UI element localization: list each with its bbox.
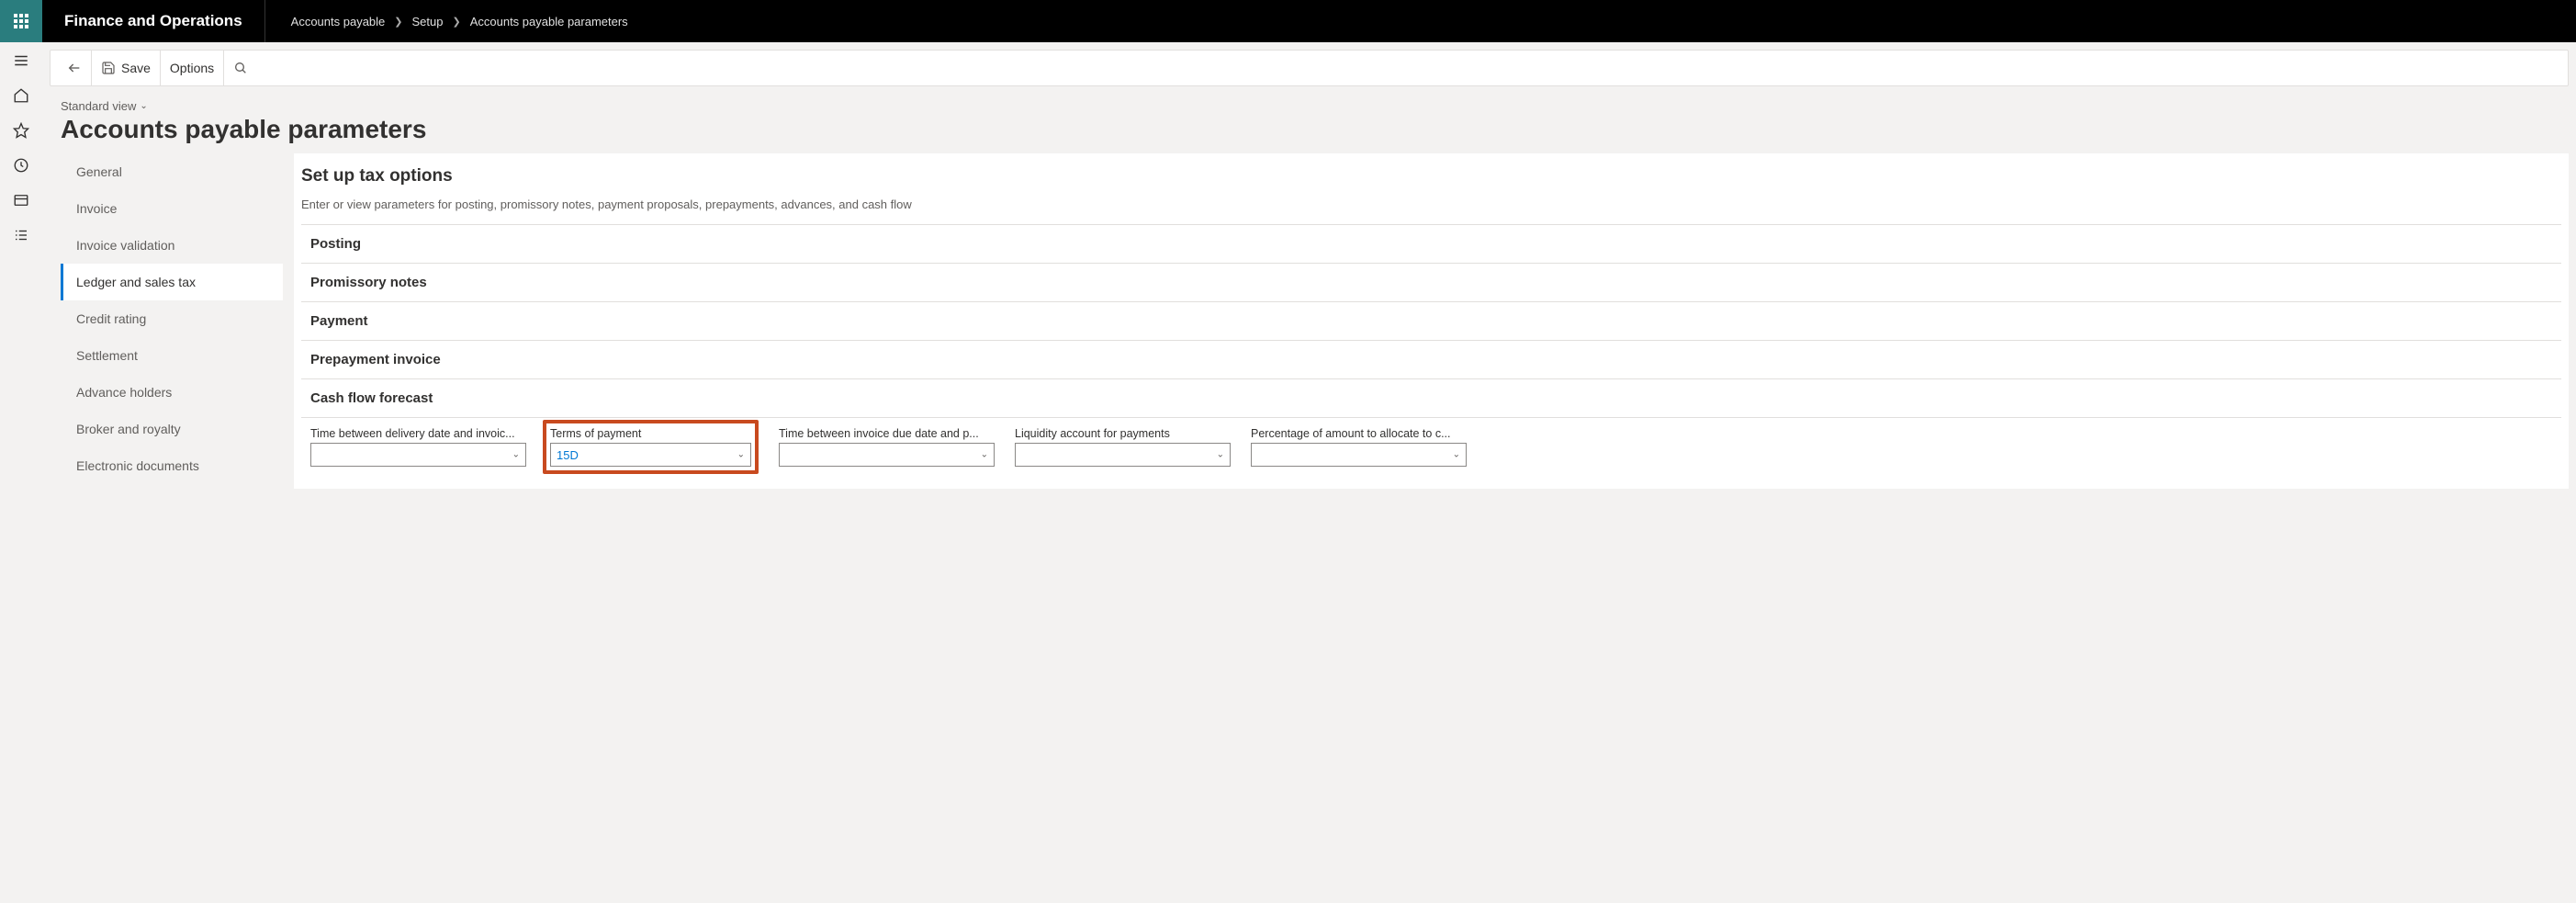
search-button[interactable]: [224, 51, 257, 85]
field-label: Time between delivery date and invoic...: [310, 427, 526, 440]
view-selector-label: Standard view: [61, 99, 136, 113]
group-posting[interactable]: Posting: [301, 224, 2561, 263]
group-cash-flow-forecast[interactable]: Cash flow forecast: [301, 378, 2561, 417]
left-navigation-rail: [0, 42, 42, 903]
field-dropdown[interactable]: ⌄: [779, 443, 995, 467]
nav-item-settlement[interactable]: Settlement: [61, 337, 283, 374]
field-label: Percentage of amount to allocate to c...: [1251, 427, 1467, 440]
back-button[interactable]: [58, 51, 92, 85]
nav-item-invoice[interactable]: Invoice: [61, 190, 283, 227]
settings-nav-panel: General Invoice Invoice validation Ledge…: [61, 153, 283, 489]
waffle-icon: [14, 14, 28, 28]
field-time-between-invoice-due-and-payment: Time between invoice due date and p... ⌄: [779, 427, 995, 470]
workspace-icon[interactable]: [12, 191, 30, 209]
field-value: 15D: [557, 448, 579, 462]
home-icon[interactable]: [12, 86, 30, 105]
action-toolbar: Save Options: [50, 50, 2569, 86]
field-dropdown[interactable]: ⌄: [1251, 443, 1467, 467]
app-launcher-button[interactable]: [0, 0, 42, 42]
field-dropdown[interactable]: ⌄: [1015, 443, 1231, 467]
chevron-right-icon: ❯: [452, 16, 460, 28]
breadcrumb: Accounts payable ❯ Setup ❯ Accounts paya…: [265, 15, 628, 28]
nav-item-general[interactable]: General: [61, 153, 283, 190]
field-percentage-allocate-cash-flow: Percentage of amount to allocate to c...…: [1251, 427, 1467, 470]
chevron-down-icon: ⌄: [1217, 450, 1224, 460]
modules-icon[interactable]: [12, 226, 30, 244]
field-label: Time between invoice due date and p...: [779, 427, 995, 440]
breadcrumb-item-1[interactable]: Setup: [412, 15, 444, 28]
hamburger-menu-icon[interactable]: [12, 51, 30, 70]
nav-item-advance-holders[interactable]: Advance holders: [61, 374, 283, 411]
group-promissory-notes[interactable]: Promissory notes: [301, 263, 2561, 301]
field-label: Terms of payment: [550, 427, 751, 440]
save-button-label: Save: [121, 61, 151, 75]
chevron-down-icon: ⌄: [512, 450, 520, 460]
chevron-down-icon: ⌄: [140, 101, 147, 111]
field-label: Liquidity account for payments: [1015, 427, 1231, 440]
field-dropdown[interactable]: 15D ⌄: [550, 443, 751, 467]
field-liquidity-account-for-payments: Liquidity account for payments ⌄: [1015, 427, 1231, 470]
breadcrumb-item-2[interactable]: Accounts payable parameters: [470, 15, 628, 28]
app-title: Finance and Operations: [42, 0, 265, 42]
star-icon[interactable]: [12, 121, 30, 140]
chevron-down-icon: ⌄: [1453, 450, 1460, 460]
content-area: General Invoice Invoice validation Ledge…: [42, 153, 2576, 507]
view-selector[interactable]: Standard view ⌄: [61, 99, 2558, 113]
section-description: Enter or view parameters for posting, pr…: [301, 198, 2561, 211]
section-title: Set up tax options: [301, 166, 2561, 186]
group-payment[interactable]: Payment: [301, 301, 2561, 340]
breadcrumb-item-0[interactable]: Accounts payable: [291, 15, 386, 28]
cash-flow-forecast-fields: Time between delivery date and invoic...…: [301, 418, 2561, 470]
page-header: Standard view ⌄ Accounts payable paramet…: [42, 86, 2576, 153]
clock-icon[interactable]: [12, 156, 30, 175]
options-button-label: Options: [170, 61, 214, 75]
nav-item-broker-and-royalty[interactable]: Broker and royalty: [61, 411, 283, 447]
nav-item-electronic-documents[interactable]: Electronic documents: [61, 447, 283, 484]
content-main: Set up tax options Enter or view paramet…: [294, 153, 2569, 489]
field-time-between-delivery-and-invoice: Time between delivery date and invoic...…: [310, 427, 526, 470]
chevron-down-icon: ⌄: [737, 450, 745, 460]
chevron-down-icon: ⌄: [981, 450, 988, 460]
top-header: Finance and Operations Accounts payable …: [0, 0, 2576, 42]
nav-item-credit-rating[interactable]: Credit rating: [61, 300, 283, 337]
group-prepayment-invoice[interactable]: Prepayment invoice: [301, 340, 2561, 378]
page-title: Accounts payable parameters: [61, 115, 2558, 144]
field-terms-of-payment: Terms of payment 15D ⌄: [543, 420, 759, 474]
save-button[interactable]: Save: [92, 51, 161, 85]
field-dropdown[interactable]: ⌄: [310, 443, 526, 467]
options-button[interactable]: Options: [161, 51, 224, 85]
nav-item-invoice-validation[interactable]: Invoice validation: [61, 227, 283, 264]
chevron-right-icon: ❯: [394, 16, 402, 28]
nav-item-ledger-and-sales-tax[interactable]: Ledger and sales tax: [61, 264, 283, 300]
